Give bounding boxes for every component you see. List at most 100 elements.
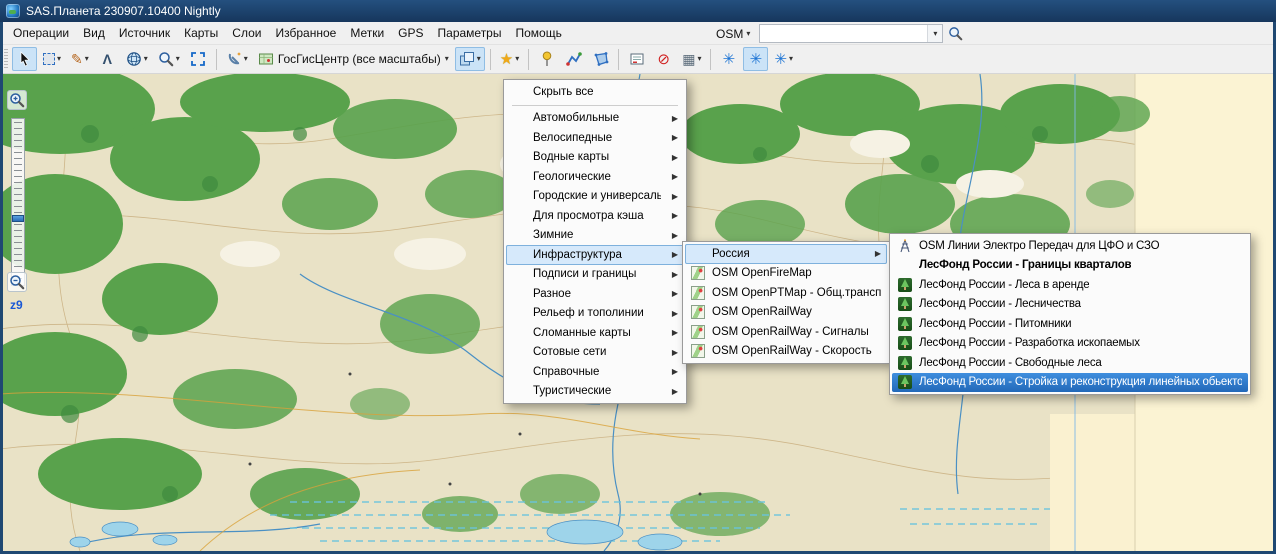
- chevron-down-icon: ▾: [477, 55, 481, 63]
- layers-menu-item[interactable]: Городские и универсальные▶: [506, 187, 684, 207]
- tree-icon: [898, 375, 912, 389]
- zoom-out-button[interactable]: [7, 272, 27, 292]
- toolbar-separator: [618, 49, 619, 70]
- gps-tool-button-3[interactable]: ✳▾: [770, 47, 797, 71]
- placemark-add-button[interactable]: [534, 47, 559, 71]
- infra-menu-item[interactable]: OSM OpenRailWay: [685, 303, 887, 323]
- toolbar-separator: [490, 49, 491, 70]
- infra-menu-item[interactable]: OSM OpenFireMap: [685, 264, 887, 284]
- russia-menu-item-active-layer[interactable]: ЛесФонд России - Границы кварталов: [892, 256, 1248, 276]
- chevron-down-icon: ▾: [789, 55, 793, 63]
- polygon-add-button[interactable]: [588, 47, 613, 71]
- gps-tool-button-2[interactable]: ✳: [743, 47, 768, 71]
- search-field: ▾: [759, 24, 943, 43]
- submenu-arrow-icon: ▶: [666, 172, 678, 181]
- russia-menu-item[interactable]: ЛесФонд России - Свободные леса: [892, 353, 1248, 373]
- menu-settings[interactable]: Параметры: [431, 23, 509, 43]
- russia-menu-item[interactable]: ЛесФонд России - Леса в аренде: [892, 275, 1248, 295]
- asterisk-icon: ✳: [750, 52, 763, 67]
- layers-menu-item[interactable]: Рельеф и тополинии▶: [506, 304, 684, 324]
- menu-layers[interactable]: Слои: [225, 23, 268, 43]
- gps-tool-button-1[interactable]: ✳: [716, 47, 741, 71]
- submenu-arrow-icon: ▶: [666, 231, 678, 240]
- window-border-left: [0, 22, 3, 554]
- magnifier-icon: [158, 51, 174, 67]
- satellite-dish-icon: [226, 51, 242, 67]
- russia-menu-item[interactable]: ЛесФонд России - Разработка ископаемых: [892, 334, 1248, 354]
- layers-menu-item[interactable]: Зимние▶: [506, 226, 684, 246]
- russia-menu-item[interactable]: ЛесФонд России - Лесничества: [892, 295, 1248, 315]
- menu-gps[interactable]: GPS: [391, 23, 430, 43]
- polygon-icon: [593, 51, 609, 67]
- search-icon[interactable]: [948, 26, 963, 41]
- menu-operations[interactable]: Операции: [6, 23, 76, 43]
- chevron-down-icon: ▾: [85, 55, 89, 63]
- app-icon[interactable]: [6, 4, 20, 18]
- search-dropdown-button[interactable]: ▾: [927, 25, 942, 42]
- layers-menu-item[interactable]: Автомобильные▶: [506, 109, 684, 129]
- titlebar[interactable]: SAS.Планета 230907.10400 Nightly: [0, 0, 1276, 22]
- layers-menu-item[interactable]: Геологические▶: [506, 167, 684, 187]
- globe-icon: [126, 51, 142, 67]
- layers-menu-item[interactable]: Водные карты▶: [506, 148, 684, 168]
- hide-marks-button[interactable]: ⊘: [651, 47, 676, 71]
- infra-menu-item[interactable]: OSM OpenRailWay - Скорость: [685, 342, 887, 362]
- layers-menu-item[interactable]: Сломанные карты▶: [506, 323, 684, 343]
- toolbar-grip[interactable]: [4, 49, 8, 69]
- russia-menu-item[interactable]: ЛесФонд России - Питомники: [892, 314, 1248, 334]
- layers-menu-item[interactable]: Сотовые сети▶: [506, 343, 684, 363]
- menu-favorites[interactable]: Избранное: [268, 23, 343, 43]
- grid-icon: ▦: [682, 52, 695, 66]
- submenu-arrow-icon: ▶: [666, 367, 678, 376]
- gosgis-map-button[interactable]: ГосГисЦентр (все масштабы) ▾: [254, 47, 453, 71]
- map-source-combo: OSM ▾ ▾: [712, 24, 963, 43]
- layers-menu-hide-all[interactable]: Скрыть все: [506, 82, 684, 102]
- russia-menu-item-selected[interactable]: ЛесФонд России - Стройка и реконструкция…: [892, 373, 1248, 393]
- satellite-source-button[interactable]: ▾: [222, 47, 252, 71]
- russia-menu-item[interactable]: OSM Линии Электро Передач для ЦФО и СЗО: [892, 236, 1248, 256]
- layers-menu-item[interactable]: Велосипедные▶: [506, 128, 684, 148]
- measure-tool-button[interactable]: ✎▾: [67, 47, 93, 71]
- layers-menu-item-infrastructure[interactable]: Инфраструктура▶: [506, 245, 684, 265]
- map-source-selector[interactable]: OSM ▾: [712, 25, 754, 43]
- pin-icon: [539, 51, 555, 67]
- browser-view-button[interactable]: ▾: [122, 47, 152, 71]
- map-layer-icon: [691, 344, 705, 358]
- infra-menu-item[interactable]: OSM OpenPTMap - Общ.транспорт: [685, 283, 887, 303]
- selection-tool-button[interactable]: ▾: [39, 47, 65, 71]
- chevron-down-icon: ▾: [144, 55, 148, 63]
- fullscreen-button[interactable]: [186, 47, 211, 71]
- layers-menu-button[interactable]: ▾: [455, 47, 485, 71]
- chevron-down-icon: ▾: [445, 55, 449, 63]
- zoom-region-button[interactable]: ▾: [154, 47, 184, 71]
- menu-view[interactable]: Вид: [76, 23, 112, 43]
- layers-menu-item[interactable]: Для просмотра кэша▶: [506, 206, 684, 226]
- infra-menu-item-russia[interactable]: Россия ▶: [685, 244, 887, 264]
- map-source-value: OSM: [716, 27, 743, 41]
- layers-menu-item[interactable]: Подписи и границы▶: [506, 265, 684, 285]
- layers-menu-item[interactable]: Справочные▶: [506, 362, 684, 382]
- menu-source[interactable]: Источник: [112, 23, 177, 43]
- menu-separator: [512, 105, 678, 106]
- menu-maps[interactable]: Карты: [177, 23, 225, 43]
- menu-help[interactable]: Помощь: [508, 23, 568, 43]
- favorites-button[interactable]: ★▾: [496, 47, 523, 71]
- submenu-arrow-icon: ▶: [666, 328, 678, 337]
- infra-menu-item[interactable]: OSM OpenRailWay - Сигналы: [685, 322, 887, 342]
- zoom-slider-thumb[interactable]: [12, 215, 24, 222]
- zoom-slider-ticks: [14, 122, 22, 282]
- chevron-down-icon: ▾: [697, 55, 701, 63]
- zoom-slider[interactable]: [11, 118, 25, 286]
- path-add-button[interactable]: [561, 47, 586, 71]
- move-tool-button[interactable]: [12, 47, 37, 71]
- asterisk-icon: ✳: [774, 52, 787, 67]
- search-input[interactable]: [760, 25, 927, 42]
- layers-menu-item[interactable]: Разное▶: [506, 284, 684, 304]
- fill-map-button[interactable]: ▦▾: [678, 47, 705, 71]
- selection-rect-icon: [43, 53, 55, 65]
- menu-marks[interactable]: Метки: [343, 23, 391, 43]
- marks-manager-button[interactable]: [624, 47, 649, 71]
- layers-menu-item[interactable]: Туристические▶: [506, 382, 684, 402]
- compass-tool-button[interactable]: Λ: [95, 47, 120, 71]
- zoom-in-button[interactable]: [7, 90, 27, 110]
